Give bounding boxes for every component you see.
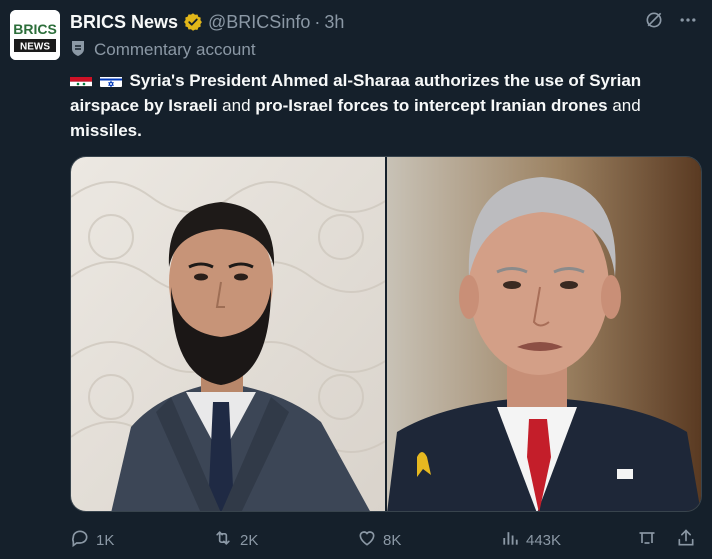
photo-right[interactable] <box>387 157 701 511</box>
action-bar: 1K 2K 8K 443K <box>70 526 702 554</box>
reply-count: 1K <box>96 531 115 549</box>
more-options-icon[interactable] <box>678 10 698 30</box>
share-button[interactable] <box>676 528 696 552</box>
bookmark-icon <box>636 528 658 552</box>
views-count: 443K <box>526 531 562 549</box>
media-grid <box>70 156 702 512</box>
grok-icon[interactable] <box>644 10 664 30</box>
top-actions <box>644 10 698 30</box>
post-time[interactable]: 3h <box>324 12 344 33</box>
syria-flag-icon <box>70 73 92 87</box>
tweet-text-part4: and <box>607 96 641 115</box>
heart-icon <box>357 528 377 552</box>
reply-icon <box>70 528 90 552</box>
tweet-text-part3: pro-Israel forces to intercept Iranian d… <box>255 96 608 115</box>
views-icon <box>500 528 520 552</box>
verified-badge-icon[interactable] <box>183 12 203 32</box>
svg-text:BRICS: BRICS <box>13 21 57 37</box>
tweet-text-part5: missiles. <box>70 121 142 140</box>
svg-text:NEWS: NEWS <box>20 42 50 53</box>
author-avatar[interactable]: BRICS NEWS <box>10 10 60 60</box>
repost-icon <box>212 528 234 552</box>
bookmark-button[interactable] <box>636 528 658 552</box>
reply-button[interactable]: 1K <box>70 528 114 552</box>
shield-icon <box>70 39 86 62</box>
like-count: 8K <box>383 531 402 549</box>
views-button[interactable]: 443K <box>500 528 561 552</box>
israel-flag-icon <box>99 73 122 87</box>
tweet-text-part2: and <box>217 96 256 115</box>
share-icon <box>676 528 696 552</box>
tweet-post: BRICS NEWS BRICS News @BRICSinfo · 3h Co… <box>0 0 712 559</box>
commentary-label-text: Commentary account <box>94 40 256 59</box>
photo-left[interactable] <box>71 157 385 511</box>
author-handle[interactable]: @BRICSinfo <box>208 12 310 33</box>
repost-count: 2K <box>240 531 259 549</box>
repost-button[interactable]: 2K <box>212 528 258 552</box>
commentary-label[interactable]: Commentary account <box>70 38 256 62</box>
separator-dot: · <box>314 11 321 32</box>
post-header: BRICS News @BRICSinfo · 3h <box>70 10 344 34</box>
like-button[interactable]: 8K <box>357 528 401 552</box>
author-name[interactable]: BRICS News <box>70 12 178 33</box>
tweet-text: Syria's President Ahmed al-Sharaa author… <box>70 68 700 143</box>
